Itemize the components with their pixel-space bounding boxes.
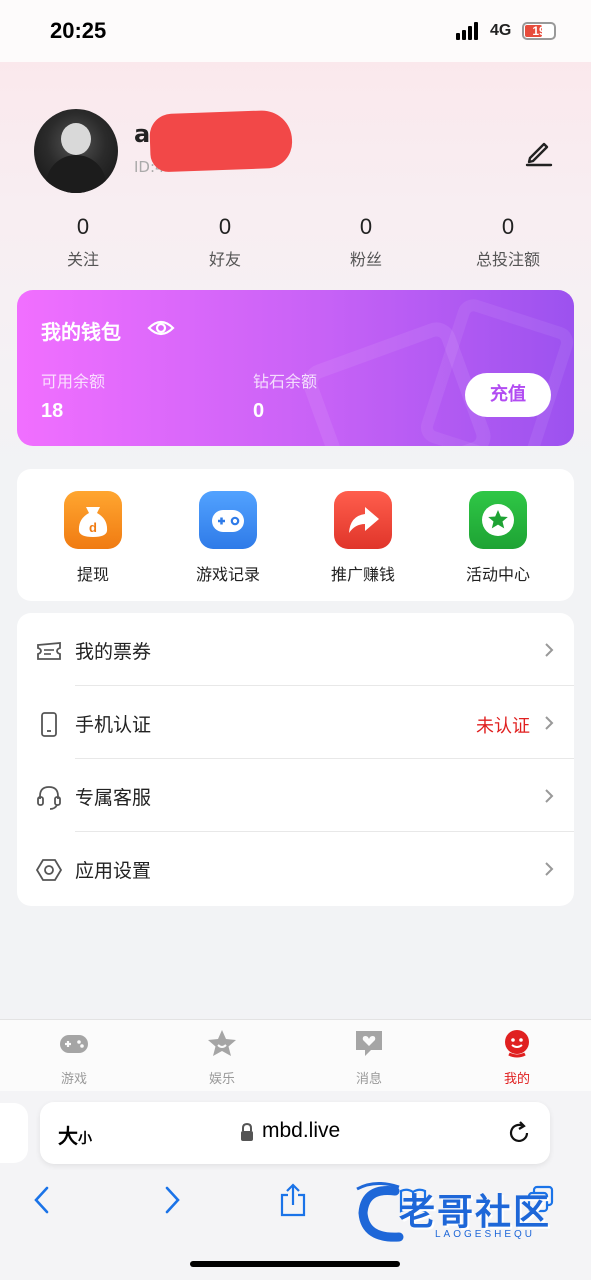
diamond-balance: 钻石余额 0 xyxy=(253,368,317,423)
settings-menu: 我的票券 手机认证 未认证 专属客服 应用设置 xyxy=(17,613,574,906)
menu-label: 手机认证 xyxy=(75,714,152,736)
battery-icon: 19 xyxy=(522,22,556,40)
headset-icon xyxy=(37,786,61,810)
stat-label: 好友 xyxy=(208,250,241,269)
eye-icon[interactable] xyxy=(147,318,175,338)
network-type: 4G xyxy=(490,22,512,39)
tab-mine[interactable]: 我的 xyxy=(477,1028,557,1087)
quick-actions: d 提现 游戏记录 推广赚钱 活动中心 xyxy=(17,469,574,601)
profile-icon xyxy=(505,1030,529,1058)
battery-level: 19 xyxy=(532,24,546,38)
wallet-title: 我的钱包 xyxy=(41,320,121,344)
star-icon xyxy=(208,1030,236,1056)
share-icon[interactable] xyxy=(278,1183,308,1217)
diamond-balance-label: 钻石余额 xyxy=(253,372,318,391)
stat-following[interactable]: 0 关注 xyxy=(13,214,153,270)
stat-value: 0 xyxy=(359,214,373,239)
tab-label: 我的 xyxy=(503,1072,530,1087)
gamepad-icon xyxy=(199,491,257,549)
star-icon xyxy=(469,491,527,549)
money-bag-icon: d xyxy=(64,491,122,549)
menu-item-phone-verify[interactable]: 手机认证 未认证 xyxy=(17,686,574,759)
address-bar[interactable]: 大小 mbd.live xyxy=(40,1102,550,1164)
action-withdraw[interactable]: d 提现 xyxy=(33,491,153,585)
available-balance: 可用余额 18 xyxy=(41,368,105,423)
menu-label: 应用设置 xyxy=(75,860,152,882)
action-label: 推广赚钱 xyxy=(330,565,395,584)
redaction-mark xyxy=(149,109,293,173)
menu-label: 专属客服 xyxy=(75,787,152,809)
available-balance-value: 18 xyxy=(41,400,64,422)
gamepad-icon xyxy=(60,1035,88,1053)
stat-label: 粉丝 xyxy=(349,250,382,269)
stat-friends[interactable]: 0 好友 xyxy=(155,214,295,270)
lock-icon xyxy=(241,1122,253,1141)
recharge-button[interactable]: 充值 xyxy=(465,373,551,417)
phone-icon xyxy=(41,712,57,737)
wallet-card: 我的钱包 可用余额 18 钻石余额 0 充值 xyxy=(17,290,574,446)
menu-item-tickets[interactable]: 我的票券 xyxy=(17,613,574,686)
stat-label: 关注 xyxy=(66,250,99,269)
previous-tab-preview[interactable] xyxy=(0,1103,28,1163)
action-label: 提现 xyxy=(76,565,109,584)
signal-icon xyxy=(456,22,482,40)
text-size-small: 小 xyxy=(78,1130,92,1146)
status-time: 20:25 xyxy=(50,18,107,43)
tab-games[interactable]: 游戏 xyxy=(34,1028,114,1087)
forward-icon[interactable] xyxy=(156,1183,186,1217)
action-label: 游戏记录 xyxy=(195,565,260,584)
text-size-large: 大 xyxy=(58,1126,78,1148)
stat-value: 0 xyxy=(218,214,232,239)
ticket-icon xyxy=(37,642,61,660)
chevron-right-icon xyxy=(545,643,554,657)
stat-total-bets[interactable]: 0 总投注额 xyxy=(438,214,578,270)
menu-item-customer-service[interactable]: 专属客服 xyxy=(17,759,574,832)
stats-row: 0 关注 0 好友 0 粉丝 0 总投注额 xyxy=(0,214,591,274)
chevron-right-icon xyxy=(545,862,554,876)
stat-fans[interactable]: 0 粉丝 xyxy=(296,214,436,270)
back-icon[interactable] xyxy=(28,1183,58,1217)
reload-icon[interactable] xyxy=(506,1120,532,1146)
action-activity-center[interactable]: 活动中心 xyxy=(438,491,558,585)
tab-label: 游戏 xyxy=(60,1072,87,1087)
home-indicator xyxy=(190,1261,400,1267)
menu-label: 我的票券 xyxy=(75,641,152,663)
chevron-right-icon xyxy=(545,716,554,730)
verify-status: 未认证 xyxy=(476,716,530,737)
watermark-text: 老哥社区 xyxy=(399,1192,552,1233)
action-game-records[interactable]: 游戏记录 xyxy=(168,491,288,585)
bottom-tab-bar: 游戏 娱乐 消息 我的 xyxy=(0,1019,591,1091)
browser-toolbar: 大小 mbd.live 老哥社区 LAOGESHEQU xyxy=(0,1091,591,1280)
settings-icon xyxy=(35,859,63,881)
watermark-subtext: LAOGESHEQU xyxy=(435,1229,536,1240)
watermark-logo: 老哥社区 LAOGESHEQU xyxy=(355,1181,575,1245)
stat-label: 总投注额 xyxy=(475,250,540,269)
diamond-balance-value: 0 xyxy=(253,400,265,422)
share-arrow-icon xyxy=(334,491,392,549)
text-size-button[interactable]: 大小 xyxy=(58,1120,92,1149)
menu-item-app-settings[interactable]: 应用设置 xyxy=(17,832,574,905)
url-text: mbd.live xyxy=(262,1119,341,1142)
svg-text:d: d xyxy=(89,520,97,535)
avatar[interactable] xyxy=(34,109,118,193)
available-balance-label: 可用余额 xyxy=(41,372,106,391)
edit-icon[interactable] xyxy=(520,134,556,170)
tab-label: 娱乐 xyxy=(208,1072,235,1087)
tab-label: 消息 xyxy=(355,1072,382,1087)
stat-value: 0 xyxy=(76,214,90,239)
action-promote[interactable]: 推广赚钱 xyxy=(303,491,423,585)
chevron-right-icon xyxy=(545,789,554,803)
message-icon xyxy=(356,1031,382,1056)
action-label: 活动中心 xyxy=(465,565,530,584)
stat-value: 0 xyxy=(501,214,515,239)
status-bar: 20:25 4G 19 xyxy=(0,0,591,62)
tab-messages[interactable]: 消息 xyxy=(329,1028,409,1087)
tab-entertainment[interactable]: 娱乐 xyxy=(182,1028,262,1087)
